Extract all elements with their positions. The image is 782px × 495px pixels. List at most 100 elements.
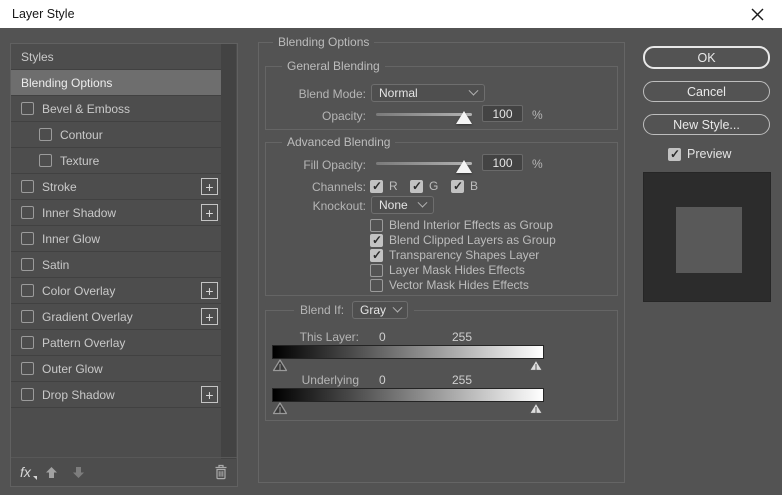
channel-g-checkbox[interactable]: [410, 179, 423, 193]
titlebar: Layer Style: [0, 0, 782, 28]
ok-button[interactable]: OK: [643, 46, 770, 69]
style-preview-thumbnail: [643, 172, 771, 302]
sidebar-item-satin[interactable]: Satin: [11, 252, 222, 278]
effect-checkbox[interactable]: [21, 258, 34, 271]
blend-mode-dropdown[interactable]: Normal: [371, 84, 485, 102]
arrow-down-icon: [72, 466, 84, 478]
delete-effect-button[interactable]: [214, 464, 228, 480]
add-effect-button[interactable]: +: [201, 386, 218, 403]
sidebar-item-blending-options[interactable]: Blending Options: [11, 70, 222, 96]
opacity-slider-thumb[interactable]: [456, 111, 472, 124]
blend-if-dropdown[interactable]: Gray: [352, 301, 409, 319]
opacity-input[interactable]: [482, 105, 523, 122]
preview-checkbox[interactable]: [668, 147, 681, 161]
vector-mask-hides-checkbox[interactable]: [370, 278, 383, 292]
preview-toggle[interactable]: Preview: [668, 147, 731, 161]
sidebar-item-bevel-emboss[interactable]: Bevel & Emboss: [11, 96, 222, 122]
move-effect-down-button[interactable]: [72, 466, 85, 479]
channel-b-checkbox[interactable]: [451, 179, 464, 193]
sidebar-item-gradient-overlay[interactable]: Gradient Overlay +: [11, 304, 222, 330]
underlying-layer-max: 255: [452, 373, 473, 387]
option-blend-interior[interactable]: Blend Interior Effects as Group: [370, 218, 553, 232]
effect-checkbox[interactable]: [21, 232, 34, 245]
sidebar-scrollbar[interactable]: [221, 44, 236, 459]
effect-checkbox[interactable]: [21, 336, 34, 349]
blend-interior-checkbox[interactable]: [370, 218, 383, 232]
group-legend: General Blending: [282, 59, 385, 73]
new-style-button-label: New Style...: [673, 117, 740, 132]
cancel-button[interactable]: Cancel: [643, 81, 770, 102]
this-layer-black-slider[interactable]: [272, 359, 288, 372]
preview-swatch: [676, 207, 742, 273]
window-title: Layer Style: [12, 7, 75, 21]
blend-if-label: Blend If:: [300, 303, 345, 317]
sidebar-item-color-overlay[interactable]: Color Overlay +: [11, 278, 222, 304]
sidebar-item-inner-glow[interactable]: Inner Glow: [11, 226, 222, 252]
sidebar-item-contour[interactable]: Contour: [11, 122, 222, 148]
opacity-unit: %: [532, 108, 543, 122]
style-list: Styles Blending Options Bevel & Emboss C…: [11, 44, 222, 408]
option-label: Transparency Shapes Layer: [389, 248, 540, 262]
layer-mask-hides-checkbox[interactable]: [370, 263, 383, 277]
underlying-layer-black-slider[interactable]: [272, 402, 288, 415]
effect-checkbox[interactable]: [21, 362, 34, 375]
fill-opacity-input[interactable]: [482, 154, 523, 171]
add-effect-button[interactable]: +: [201, 178, 218, 195]
advanced-blending-group: Advanced Blending Fill Opacity: % Channe…: [265, 135, 618, 296]
sidebar-item-stroke[interactable]: Stroke +: [11, 174, 222, 200]
sidebar-item-label: Stroke: [42, 179, 77, 194]
group-legend: Advanced Blending: [282, 135, 396, 149]
this-layer-min: 0: [379, 330, 386, 344]
general-blending-group: General Blending Blend Mode: Normal Opac…: [265, 59, 618, 130]
add-effect-button[interactable]: +: [201, 282, 218, 299]
fill-opacity-slider-thumb[interactable]: [456, 160, 472, 173]
move-effect-up-button[interactable]: [45, 466, 58, 479]
sidebar-item-label: Styles: [21, 49, 54, 64]
sidebar-item-inner-shadow[interactable]: Inner Shadow +: [11, 200, 222, 226]
fill-opacity-label: Fill Opacity:: [303, 158, 366, 172]
fill-opacity-unit: %: [532, 157, 543, 171]
underlying-layer-white-slider[interactable]: [528, 402, 544, 415]
sidebar-item-styles[interactable]: Styles: [11, 44, 222, 70]
chevron-down-icon: [468, 85, 479, 96]
blend-if-group: Blend If: Gray This Layer: 0 255 Underly…: [265, 301, 618, 421]
effect-checkbox[interactable]: [21, 388, 34, 401]
effect-checkbox[interactable]: [39, 154, 52, 167]
effect-checkbox[interactable]: [39, 128, 52, 141]
sidebar-item-drop-shadow[interactable]: Drop Shadow +: [11, 382, 222, 408]
plus-icon: +: [205, 204, 214, 221]
close-button[interactable]: [744, 3, 770, 25]
new-style-button[interactable]: New Style...: [643, 114, 770, 135]
option-transparency-shapes[interactable]: Transparency Shapes Layer: [370, 248, 539, 262]
sidebar-item-outer-glow[interactable]: Outer Glow: [11, 356, 222, 382]
channel-g-label: G: [429, 179, 439, 193]
knockout-dropdown[interactable]: None: [371, 196, 434, 214]
this-layer-gradient-bar: [272, 345, 544, 359]
sidebar-item-label: Pattern Overlay: [42, 335, 126, 350]
fx-menu-button[interactable]: fx: [20, 464, 37, 480]
sidebar-item-label: Drop Shadow: [42, 387, 115, 402]
effect-checkbox[interactable]: [21, 310, 34, 323]
option-vector-mask-hides[interactable]: Vector Mask Hides Effects: [370, 278, 529, 292]
this-layer-white-slider[interactable]: [528, 359, 544, 372]
fx-icon: fx: [20, 464, 31, 480]
channel-r-checkbox[interactable]: [370, 179, 383, 193]
option-label: Layer Mask Hides Effects: [389, 263, 525, 277]
option-blend-clipped[interactable]: Blend Clipped Layers as Group: [370, 233, 556, 247]
blend-mode-label: Blend Mode:: [298, 87, 366, 101]
effect-checkbox[interactable]: [21, 180, 34, 193]
blend-clipped-checkbox[interactable]: [370, 233, 383, 247]
transparency-shapes-checkbox[interactable]: [370, 248, 383, 262]
sidebar-item-texture[interactable]: Texture: [11, 148, 222, 174]
channel-r-label: R: [389, 179, 398, 193]
add-effect-button[interactable]: +: [201, 308, 218, 325]
effect-checkbox[interactable]: [21, 102, 34, 115]
channels-label: Channels:: [311, 180, 366, 194]
effect-checkbox[interactable]: [21, 284, 34, 297]
effect-checkbox[interactable]: [21, 206, 34, 219]
sidebar-item-pattern-overlay[interactable]: Pattern Overlay: [11, 330, 222, 356]
sidebar-item-label: Outer Glow: [42, 361, 103, 376]
add-effect-button[interactable]: +: [201, 204, 218, 221]
sidebar-footer: fx: [11, 457, 237, 486]
option-layer-mask-hides[interactable]: Layer Mask Hides Effects: [370, 263, 525, 277]
